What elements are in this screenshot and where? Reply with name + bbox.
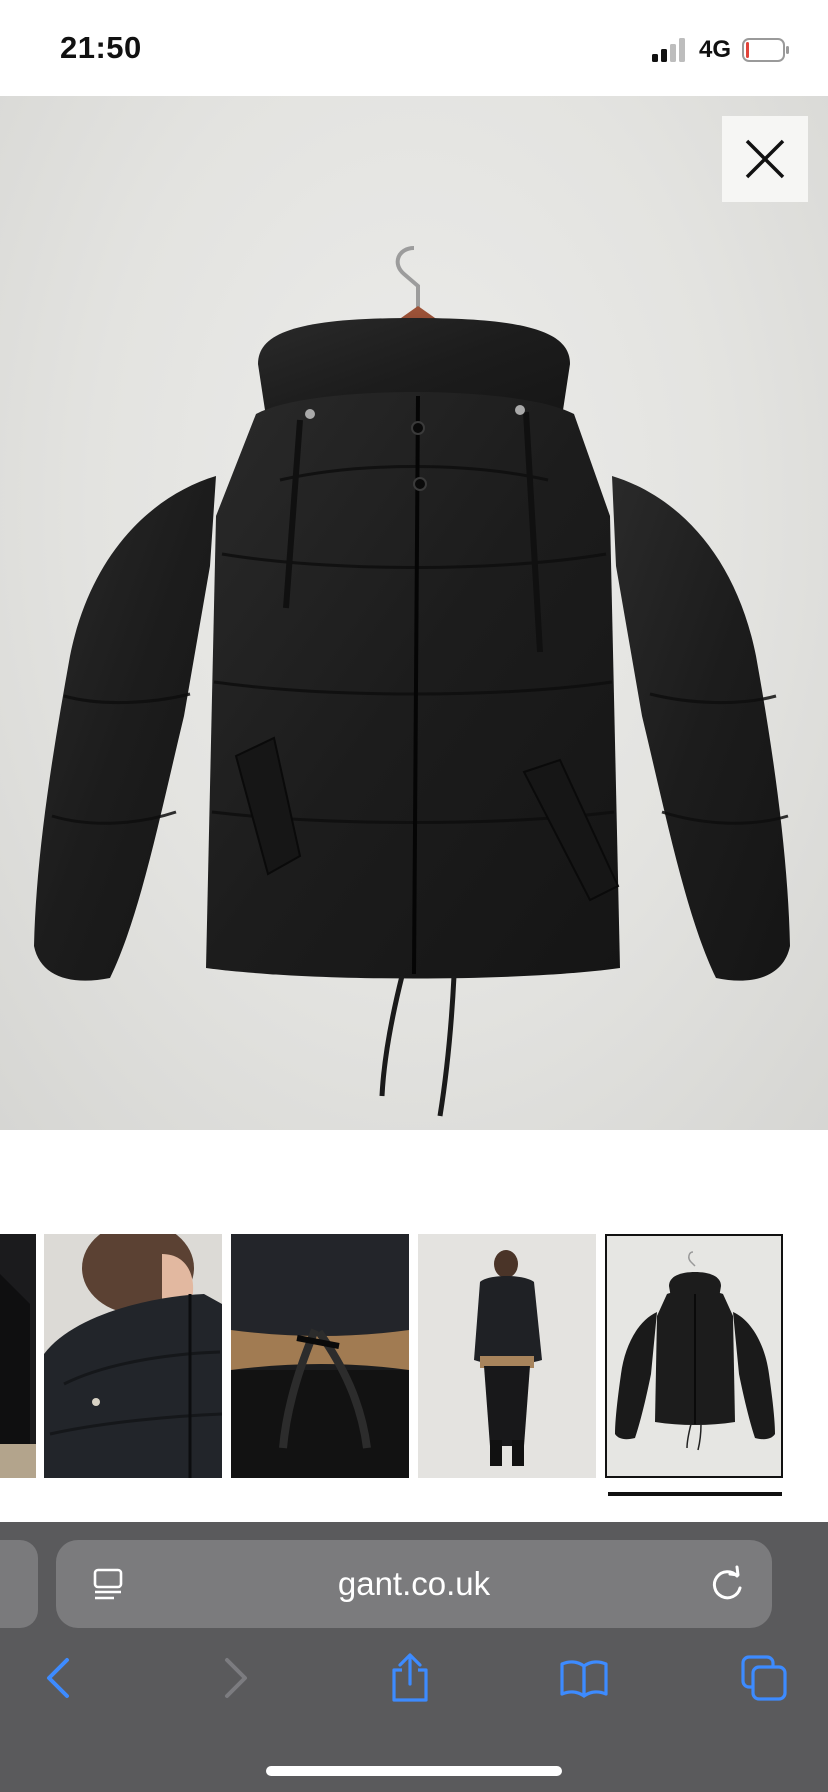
tabs-icon (741, 1655, 787, 1701)
reload-icon[interactable] (708, 1564, 746, 1604)
selected-thumbnail-indicator (608, 1492, 782, 1496)
thumbnail-jacket-detail[interactable] (0, 1234, 36, 1478)
previous-tab-preview[interactable] (0, 1540, 38, 1628)
thumbnail-hem-detail[interactable] (231, 1234, 409, 1478)
url-text[interactable]: gant.co.uk (56, 1540, 772, 1628)
address-bar[interactable]: gant.co.uk (56, 1540, 772, 1628)
chevron-left-icon (47, 1658, 69, 1698)
thumbnail-model-collar[interactable] (44, 1234, 222, 1478)
thumbnail-jacket-hanger[interactable] (605, 1234, 783, 1478)
signal-strength-icon (652, 38, 685, 62)
bookmarks-button[interactable] (554, 1648, 614, 1708)
back-button[interactable] (28, 1648, 88, 1708)
home-indicator (266, 1766, 562, 1776)
close-button[interactable] (722, 116, 808, 202)
network-type: 4G (699, 36, 732, 63)
product-main-image[interactable] (0, 96, 828, 1130)
tabs-button[interactable] (734, 1648, 794, 1708)
share-icon (392, 1653, 428, 1702)
book-icon (560, 1660, 608, 1698)
chevron-right-icon (225, 1658, 247, 1698)
share-button[interactable] (380, 1648, 440, 1708)
status-time: 21:50 (60, 30, 142, 65)
close-icon (745, 139, 785, 179)
forward-button[interactable] (206, 1648, 266, 1708)
battery-icon (742, 38, 789, 62)
status-bar: 21:50 4G (0, 0, 828, 96)
thumbnail-model-full[interactable] (418, 1234, 596, 1478)
thumbnail-strip[interactable] (0, 1234, 828, 1480)
screen: 21:50 4G gant.co.uk (0, 0, 828, 1792)
